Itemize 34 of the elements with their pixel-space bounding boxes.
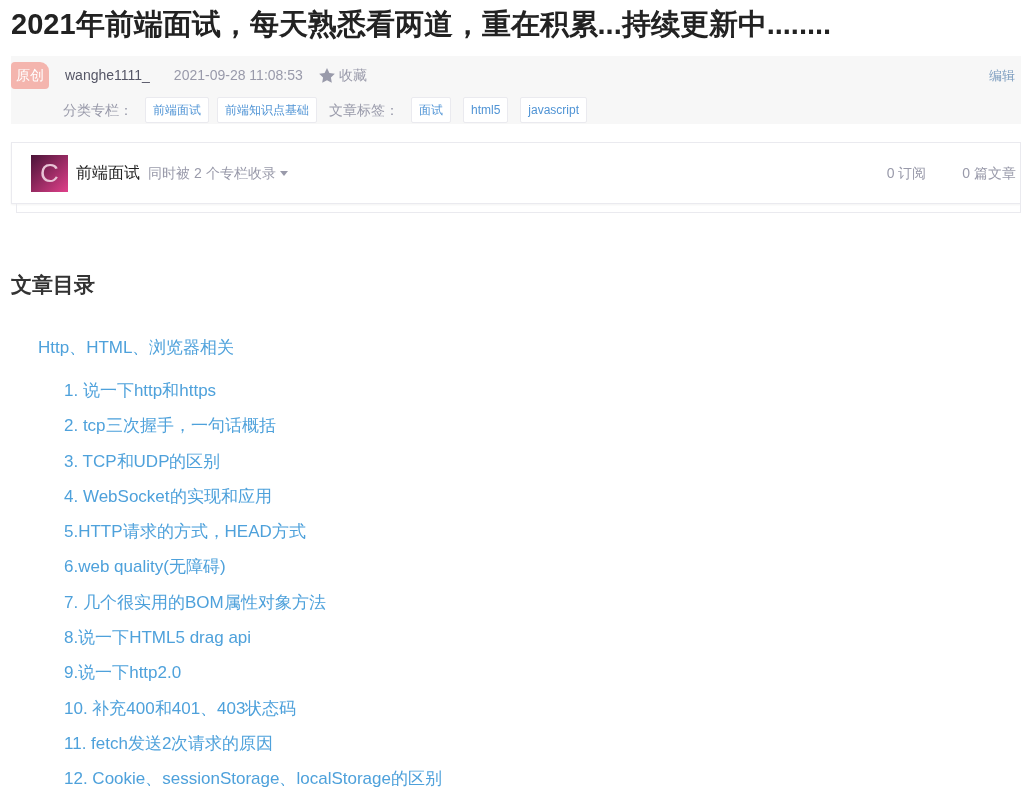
author-link[interactable]: wanghe1111_: [65, 65, 150, 86]
toc-link[interactable]: 8.说一下HTML5 drag api: [64, 625, 252, 651]
toc-link[interactable]: 5.HTTP请求的方式，HEAD方式: [64, 519, 306, 545]
collected-dropdown[interactable]: 同时被 2 个专栏收录: [148, 162, 288, 184]
article-tag[interactable]: 面试: [411, 97, 451, 123]
toc-link[interactable]: 2. tcp三次握手，一句话概括: [64, 413, 276, 439]
article-tag[interactable]: javascript: [520, 97, 588, 123]
toc-link[interactable]: 10. 补充400和401、403状态码: [64, 695, 297, 722]
toc-link[interactable]: Http、HTML、浏览器相关: [38, 334, 235, 360]
toc-link[interactable]: 1. 说一下http和https: [64, 378, 217, 404]
toc-link[interactable]: 9.说一下http2.0: [64, 660, 182, 686]
toc-link[interactable]: 6.web quality(无障碍): [64, 554, 226, 580]
publish-time: 2021-09-28 11:08:53: [173, 66, 303, 85]
toc-link[interactable]: 3. TCP和UDP的区别: [64, 448, 221, 475]
tag-label: 文章标签：: [329, 100, 399, 120]
favorite-button[interactable]: 收藏: [318, 65, 367, 86]
original-badge: 原创: [11, 62, 49, 89]
toc-link[interactable]: 4. WebSocket的实现和应用: [64, 483, 272, 510]
toc-link[interactable]: 12. Cookie、sessionStorage、localStorage的区别: [64, 766, 442, 792]
toc-link[interactable]: 7. 几个很实用的BOM属性对象方法: [64, 589, 326, 616]
subscriber-count: 0 订阅: [886, 163, 927, 183]
caret-icon: [279, 170, 288, 176]
category-label: 分类专栏：: [63, 100, 133, 120]
category-tag[interactable]: 前端知识点基础: [217, 97, 317, 123]
article-tag[interactable]: html5: [463, 97, 509, 123]
column-avatar: C: [31, 154, 68, 192]
star-icon: [318, 68, 335, 83]
column-name[interactable]: 前端面试: [76, 161, 140, 185]
article-title: 2021年前端面试，每天熟悉看两道，重在积累...持续更新中........: [11, 7, 833, 42]
toc-heading: 文章目录: [11, 272, 96, 298]
category-tag[interactable]: 前端面试: [145, 97, 209, 123]
article-count: 0 篇文章: [962, 163, 1016, 183]
toc-link[interactable]: 11. fetch发送2次请求的原因: [64, 730, 274, 757]
edit-link[interactable]: 编辑: [989, 65, 1015, 86]
